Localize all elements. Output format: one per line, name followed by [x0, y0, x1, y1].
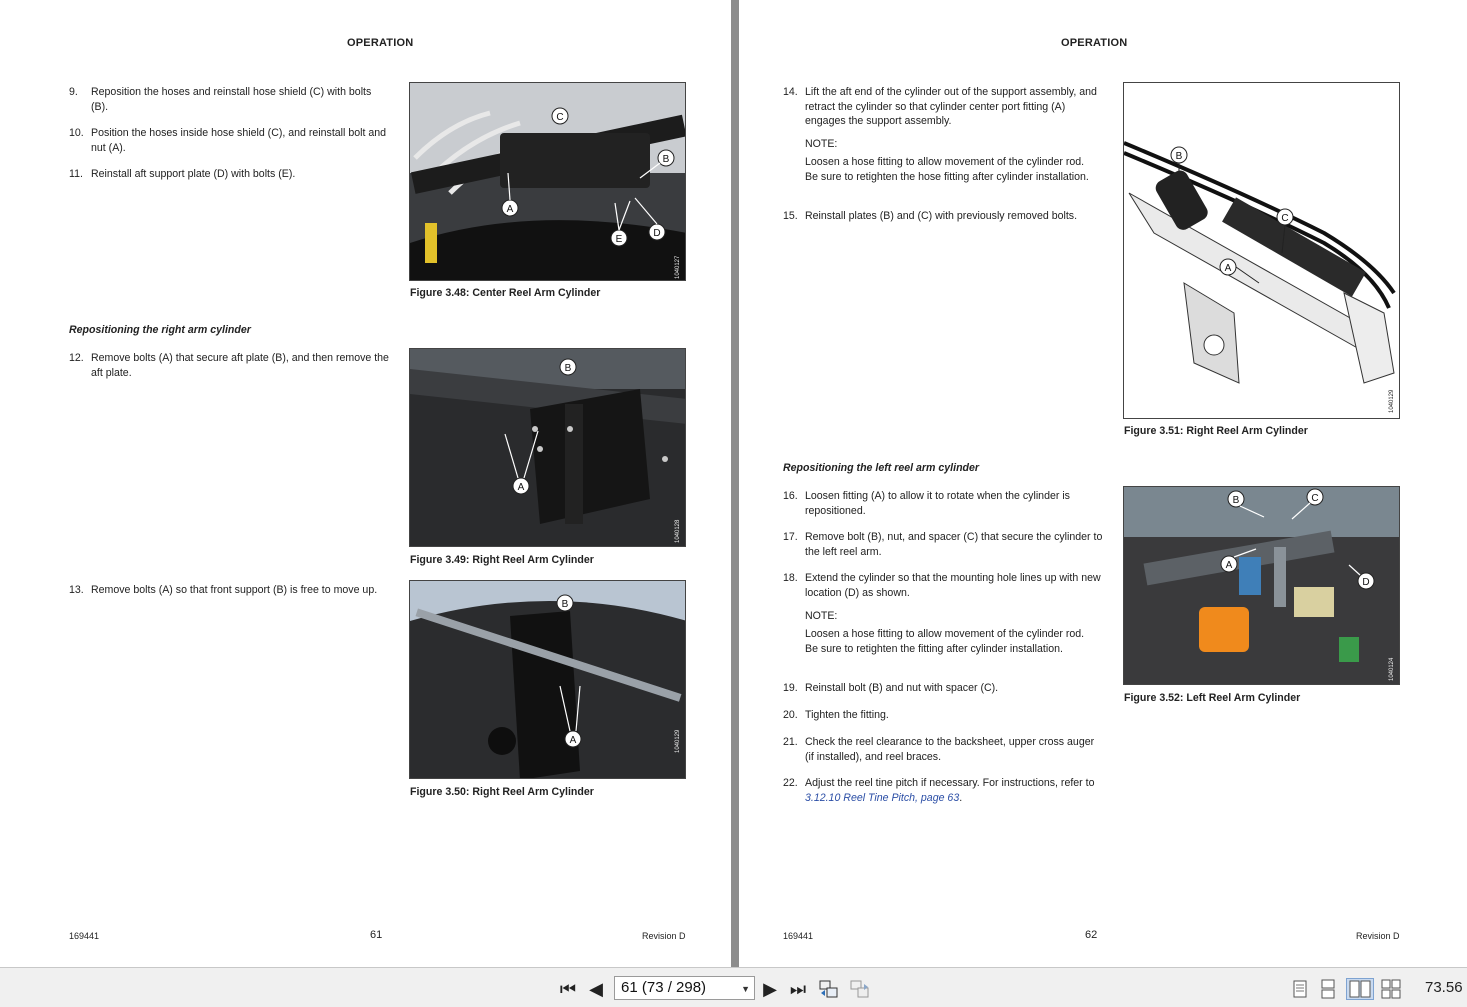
callout-b: B	[565, 363, 572, 374]
go-forward-view-icon	[850, 980, 869, 998]
step-21: 21. Check the reel clearance to the backs…	[783, 736, 1095, 763]
go-back-view-icon	[819, 980, 838, 998]
document-viewport[interactable]: OPERATION 9. Reposition the hoses and rei…	[0, 0, 1467, 967]
figure-3-48-caption: Figure 3.48: Center Reel Arm Cylinder	[410, 287, 601, 299]
step-15: 15. Reinstall plates (B) and (C) with pre…	[783, 210, 1078, 222]
continuous-facing-view-button[interactable]	[1380, 978, 1402, 1000]
zoom-level[interactable]: 73.56	[1425, 979, 1463, 996]
figure-3-50-caption: Figure 3.50: Right Reel Arm Cylinder	[410, 786, 594, 798]
step-12: 12. Remove bolts (A) that secure aft plat…	[69, 352, 389, 379]
go-back-view-button[interactable]	[817, 978, 841, 1000]
footer-page-number: 62	[1085, 929, 1098, 941]
callout-d: D	[1362, 577, 1369, 588]
figure-code: 1040129	[1389, 389, 1395, 413]
previous-page-button[interactable]: ◀	[586, 978, 606, 1000]
continuous-icon	[1321, 979, 1335, 999]
figure-3-51-caption: Figure 3.51: Right Reel Arm Cylinder	[1124, 425, 1308, 437]
note-heading: NOTE:	[805, 138, 838, 150]
step-19: 19. Reinstall bolt (B) and nut with space…	[783, 682, 999, 694]
page-61: OPERATION 9. Reposition the hoses and rei…	[0, 0, 731, 967]
single-page-icon	[1293, 980, 1307, 998]
note-body: Loosen a hose fitting to allow movement …	[805, 156, 1089, 183]
next-page-icon: ▶	[763, 978, 777, 999]
figure-code: 1040127	[675, 255, 681, 279]
last-page-icon: ⏭	[789, 978, 807, 999]
first-page-icon: ⏮	[559, 978, 577, 999]
continuous-facing-icon	[1381, 979, 1401, 999]
step-22: 22. Adjust the reel tine pitch if necessa…	[783, 777, 1095, 804]
callout-a: A	[1225, 263, 1232, 274]
callout-a: A	[518, 482, 525, 493]
footer-revision: Revision D	[1356, 931, 1400, 941]
single-page-view-button[interactable]	[1290, 978, 1310, 1000]
section-subheading: Repositioning the right arm cylinder	[69, 324, 251, 336]
facing-view-button[interactable]	[1346, 978, 1374, 1000]
previous-page-icon: ◀	[589, 978, 603, 999]
step-17: 17. Remove bolt (B), nut, and spacer (C) …	[783, 531, 1103, 558]
callout-b: B	[1176, 151, 1183, 162]
page-62: OPERATION 14. Lift the aft end of the cyl…	[739, 0, 1467, 967]
figure-code: 1040129	[675, 729, 681, 753]
step-20: 20. Tighten the fitting.	[783, 709, 889, 721]
figure-3-49-caption: Figure 3.49: Right Reel Arm Cylinder	[410, 554, 594, 566]
go-forward-view-button[interactable]	[848, 978, 872, 1000]
callout-a: A	[1226, 560, 1233, 571]
step-13: 13. Remove bolts (A) so that front suppor…	[69, 584, 378, 596]
step-11: 11. Reinstall aft support plate (D) with …	[69, 168, 296, 180]
footer-page-number: 61	[370, 929, 383, 941]
footer-doc-number: 169441	[783, 931, 814, 941]
callout-c: C	[1281, 213, 1288, 224]
figure-3-49-photo: B A 1040128	[409, 348, 686, 547]
note-heading: NOTE:	[805, 610, 838, 622]
callout-a: A	[507, 204, 514, 215]
callout-c: C	[556, 112, 563, 123]
callout-d: D	[653, 228, 660, 239]
callout-c: C	[1311, 493, 1318, 504]
callout-e: E	[616, 234, 623, 245]
cross-reference-link[interactable]: 3.12.10 Reel Tine Pitch, page 63	[805, 792, 959, 804]
step-9: 9. Reposition the hoses and reinstall hos…	[69, 86, 372, 113]
page-number-value: 61 (73 / 298)	[621, 979, 707, 996]
callout-b: B	[663, 154, 670, 165]
footer-doc-number: 169441	[69, 931, 100, 941]
continuous-view-button[interactable]	[1318, 978, 1338, 1000]
callout-b: B	[562, 599, 569, 610]
figure-3-48-photo: C B A D E 1040127	[409, 82, 686, 281]
footer-revision: Revision D	[642, 931, 686, 941]
step-16: 16. Loosen fitting (A) to allow it to rot…	[783, 490, 1070, 517]
callout-a: A	[570, 735, 577, 746]
figure-3-52-photo: B C A D 1040124	[1123, 486, 1400, 685]
step-18: 18. Extend the cylinder so that the mount…	[783, 572, 1101, 599]
figure-3-51-drawing: B C A 1040129	[1123, 82, 1400, 419]
page-header: OPERATION	[1061, 37, 1128, 49]
last-page-button[interactable]: ⏭	[787, 978, 809, 1000]
first-page-button[interactable]: ⏮	[557, 978, 579, 1000]
figure-3-50-photo: B A 1040129	[409, 580, 686, 779]
section-subheading: Repositioning the left reel arm cylinder	[783, 462, 980, 474]
callout-b: B	[1233, 495, 1240, 506]
note-body: Loosen a hose fitting to allow movement …	[805, 628, 1085, 655]
next-page-button[interactable]: ▶	[760, 978, 780, 1000]
chevron-down-icon[interactable]: ▼	[741, 978, 750, 1000]
figure-code: 1040124	[1389, 657, 1395, 681]
facing-icon	[1349, 980, 1371, 998]
figure-code: 1040128	[675, 519, 681, 543]
page-header: OPERATION	[347, 37, 414, 49]
page-number-combo[interactable]: 61 (73 / 298) ▼	[614, 976, 755, 1000]
step-14: 14. Lift the aft end of the cylinder out …	[783, 86, 1097, 128]
step-10: 10. Position the hoses inside hose shield…	[69, 127, 387, 154]
figure-3-52-caption: Figure 3.52: Left Reel Arm Cylinder	[1124, 692, 1301, 704]
